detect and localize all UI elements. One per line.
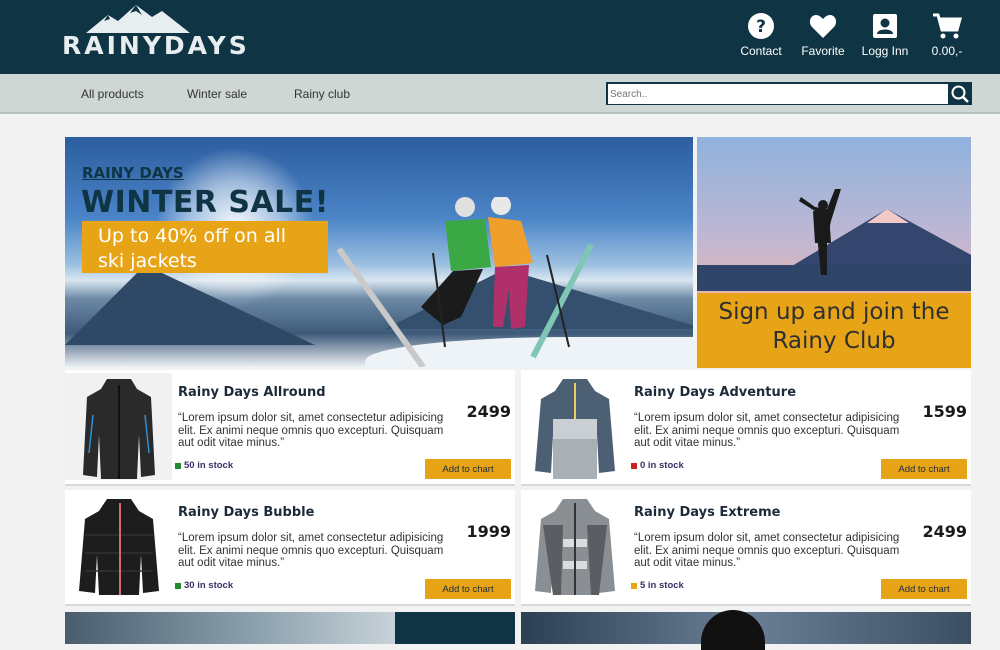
- club-line: Rainy Club: [772, 328, 896, 354]
- club-mountain-snowcap: [867, 209, 909, 223]
- help-icon: ?: [748, 13, 774, 39]
- product-image: [65, 493, 172, 600]
- stock-text: 0 in stock: [640, 460, 684, 471]
- stock-indicator-icon: [631, 462, 637, 469]
- product-description: “Lorem ipsum dolor sit, amet consectetur…: [634, 532, 924, 570]
- product-card[interactable]: Rainy Days Allround “Lorem ipsum dolor s…: [65, 370, 515, 486]
- hero-mountain: [65, 265, 315, 345]
- product-price: 2499: [922, 522, 967, 541]
- svg-text:?: ?: [756, 17, 766, 37]
- product-description: “Lorem ipsum dolor sit, amet consectetur…: [178, 412, 468, 450]
- desc-line: “Lorem ipsum dolor sit, amet consectetur…: [634, 412, 900, 424]
- hero-title: WINTER SALE!: [81, 185, 329, 220]
- logo[interactable]: RAINYDAYS: [62, 3, 250, 67]
- product-image: [521, 373, 628, 480]
- nav-rainy-club[interactable]: Rainy club: [294, 87, 350, 101]
- hiker-silhouette-icon: [799, 189, 841, 275]
- login-label: Logg Inn: [861, 44, 909, 58]
- desc-line: elit. Ex animi neque omnis quo excepturi…: [178, 544, 444, 557]
- add-to-cart-button[interactable]: Add to chart: [425, 459, 511, 479]
- promo-banner-image[interactable]: [521, 610, 971, 650]
- heart-icon: [809, 15, 837, 38]
- stock-text: 50 in stock: [184, 460, 234, 471]
- desc-line: aut odit vitae minus.”: [178, 437, 285, 449]
- stock-status: 5 in stock: [631, 580, 684, 591]
- stock-status: 0 in stock: [631, 460, 684, 471]
- product-image: [65, 373, 172, 480]
- product-name[interactable]: Rainy Days Adventure: [634, 385, 796, 400]
- promo-banner-image[interactable]: [65, 612, 395, 644]
- search-icon: [951, 85, 969, 103]
- jacket-image: [534, 498, 615, 595]
- promo-figure: [701, 610, 765, 650]
- hero-offer: Up to 40% off on all ski jackets: [82, 221, 328, 273]
- nav-all-products[interactable]: All products: [81, 87, 144, 101]
- login-link[interactable]: Logg Inn: [854, 12, 916, 58]
- account-icon: [873, 14, 897, 38]
- jacket-image: [82, 378, 155, 479]
- add-to-cart-button[interactable]: Add to chart: [425, 579, 511, 599]
- product-price: 1599: [922, 402, 967, 421]
- hero-offer-line: ski jackets: [98, 250, 197, 272]
- product-description: “Lorem ipsum dolor sit, amet consectetur…: [178, 532, 468, 570]
- search-input[interactable]: [608, 85, 948, 104]
- brand-name: RAINYDAYS: [62, 31, 250, 60]
- cart-link[interactable]: 0.00,-: [916, 12, 978, 58]
- product-name[interactable]: Rainy Days Allround: [178, 385, 326, 400]
- hero-label: RAINY DAYS: [82, 164, 184, 182]
- product-image: [521, 493, 628, 600]
- stock-indicator-icon: [631, 582, 637, 589]
- stock-indicator-icon: [175, 462, 181, 469]
- product-description: “Lorem ipsum dolor sit, amet consectetur…: [634, 412, 924, 450]
- product-name[interactable]: Rainy Days Bubble: [178, 505, 314, 520]
- stock-indicator-icon: [175, 582, 181, 589]
- desc-line: aut odit vitae minus.”: [634, 557, 741, 569]
- contact-label: Contact: [740, 44, 782, 58]
- desc-line: “Lorem ipsum dolor sit, amet consectetur…: [634, 532, 900, 544]
- header: RAINYDAYS ? Contact Favorite Logg Inn 0.…: [0, 0, 1000, 74]
- desc-line: “Lorem ipsum dolor sit, amet consectetur…: [178, 532, 444, 544]
- winter-sale-banner[interactable]: RAINY DAYS WINTER SALE! Up to 40% off on…: [65, 137, 693, 368]
- stock-status: 30 in stock: [175, 580, 233, 591]
- product-card[interactable]: Rainy Days Extreme “Lorem ipsum dolor si…: [521, 490, 971, 606]
- stock-text: 5 in stock: [640, 580, 684, 591]
- skiers-image: [336, 197, 594, 367]
- product-price: 2499: [466, 402, 511, 421]
- cart-total: 0.00,-: [931, 44, 963, 58]
- desc-line: elit. Ex animi neque omnis quo excepturi…: [634, 544, 900, 557]
- jacket-image: [78, 498, 159, 595]
- jacket-image: [534, 378, 615, 479]
- desc-line: “Lorem ipsum dolor sit, amet consectetur…: [178, 412, 444, 424]
- stock-status: 50 in stock: [175, 460, 233, 471]
- search-button[interactable]: [948, 83, 971, 104]
- hero-offer-line: Up to 40% off on all: [98, 225, 287, 247]
- club-signup-text: Sign up and join the Rainy Club: [697, 293, 971, 368]
- product-card[interactable]: Rainy Days Adventure “Lorem ipsum dolor …: [521, 370, 971, 486]
- header-icons: ? Contact Favorite Logg Inn 0.00,-: [730, 12, 978, 58]
- product-card[interactable]: Rainy Days Bubble “Lorem ipsum dolor sit…: [65, 490, 515, 606]
- mountain-logo-icon: [86, 5, 190, 33]
- cart-icon: [933, 13, 962, 39]
- desc-line: aut odit vitae minus.”: [634, 437, 741, 449]
- favorite-label: Favorite: [801, 44, 845, 58]
- desc-line: elit. Ex animi neque omnis quo excepturi…: [634, 424, 900, 437]
- desc-line: aut odit vitae minus.”: [178, 557, 285, 569]
- product-name[interactable]: Rainy Days Extreme: [634, 505, 780, 520]
- club-line: Sign up and join the: [718, 299, 950, 325]
- search-bar: [606, 82, 972, 105]
- rainy-club-banner[interactable]: Sign up and join the Rainy Club: [697, 137, 971, 368]
- nav-winter-sale[interactable]: Winter sale: [187, 87, 247, 101]
- product-price: 1999: [466, 522, 511, 541]
- desc-line: elit. Ex animi neque omnis quo excepturi…: [178, 424, 444, 437]
- favorite-link[interactable]: Favorite: [792, 12, 854, 58]
- add-to-cart-button[interactable]: Add to chart: [881, 579, 967, 599]
- contact-link[interactable]: ? Contact: [730, 12, 792, 58]
- sub-navigation: All products Winter sale Rainy club: [0, 74, 1000, 114]
- promo-banner[interactable]: [395, 612, 515, 644]
- stock-text: 30 in stock: [184, 580, 234, 591]
- add-to-cart-button[interactable]: Add to chart: [881, 459, 967, 479]
